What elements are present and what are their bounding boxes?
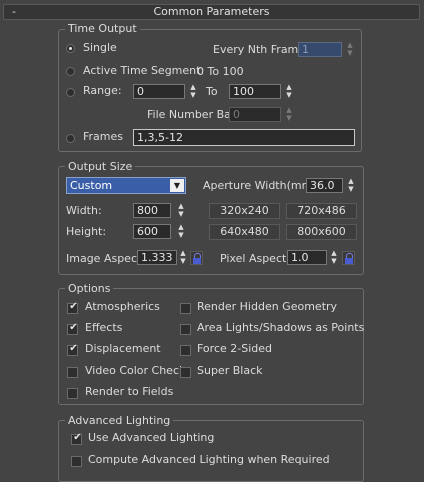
every-nth-frame-spinner[interactable]: ▲ ▼ xyxy=(346,42,354,57)
atmospherics-checkbox[interactable]: ✔ xyxy=(67,301,78,314)
range-from-field[interactable]: 0 xyxy=(133,84,185,99)
range-to-spinner[interactable]: ▲ ▼ xyxy=(285,84,293,99)
compute-advanced-lighting-checkbox[interactable] xyxy=(71,456,82,467)
displacement-label: Displacement xyxy=(85,342,161,355)
single-label: Single xyxy=(83,41,117,54)
image-aspect-field[interactable]: 1.333 xyxy=(137,250,177,265)
height-spinner[interactable]: ▲ ▼ xyxy=(177,224,185,239)
range-radio[interactable] xyxy=(66,88,75,97)
output-size-preset-value: Custom xyxy=(70,179,113,192)
atmospherics-label: Atmospherics xyxy=(85,300,160,313)
effects-label: Effects xyxy=(85,321,123,334)
advanced-lighting-title: Advanced Lighting xyxy=(65,414,174,427)
frames-field[interactable]: 1,3,5-12 xyxy=(133,129,355,146)
height-label: Height: xyxy=(66,225,107,238)
lock-icon[interactable] xyxy=(342,251,355,265)
lock-icon[interactable] xyxy=(190,251,203,265)
super-black-label: Super Black xyxy=(197,364,263,377)
preset-320x240-button[interactable]: 320x240 xyxy=(209,203,280,219)
use-advanced-lighting-checkbox[interactable]: ✔ xyxy=(71,432,82,445)
aperture-width-spinner[interactable]: ▲ ▼ xyxy=(347,178,355,193)
file-number-base-spinner[interactable]: ▲ ▼ xyxy=(285,107,293,122)
range-from-spinner[interactable]: ▲ ▼ xyxy=(189,84,197,99)
video-color-check-checkbox[interactable] xyxy=(67,367,78,378)
every-nth-frame-label: Every Nth Frame: xyxy=(213,43,309,56)
aperture-width-label: Aperture Width(mm): xyxy=(203,179,321,192)
force-2-sided-label: Force 2-Sided xyxy=(197,342,272,355)
area-lights-checkbox[interactable] xyxy=(180,324,191,335)
file-number-base-field[interactable]: 0 xyxy=(229,107,281,122)
force-2-sided-checkbox[interactable] xyxy=(180,345,191,356)
single-radio[interactable] xyxy=(66,44,75,53)
render-to-fields-checkbox[interactable] xyxy=(67,388,78,399)
use-advanced-lighting-label: Use Advanced Lighting xyxy=(88,431,215,444)
render-to-fields-label: Render to Fields xyxy=(85,385,174,398)
range-label: Range: xyxy=(83,84,122,97)
area-lights-label: Area Lights/Shadows as Points xyxy=(197,321,365,334)
displacement-checkbox[interactable]: ✔ xyxy=(67,343,78,356)
height-field[interactable]: 600 xyxy=(133,224,171,239)
range-to-label: To xyxy=(206,85,218,98)
chevron-down-icon[interactable]: ▼ xyxy=(170,179,184,192)
super-black-checkbox[interactable] xyxy=(180,367,191,378)
aperture-width-field[interactable]: 36.0 xyxy=(306,178,343,193)
image-aspect-spinner[interactable]: ▲ ▼ xyxy=(179,250,187,265)
image-aspect-label: Image Aspect: xyxy=(66,252,146,265)
active-time-segment-value: 0 To 100 xyxy=(197,65,244,78)
preset-720x486-button[interactable]: 720x486 xyxy=(286,203,357,219)
frames-label: Frames xyxy=(83,130,124,143)
range-to-field[interactable]: 100 xyxy=(229,84,281,99)
preset-800x600-button[interactable]: 800x600 xyxy=(286,224,357,240)
width-field[interactable]: 800 xyxy=(133,203,171,218)
compute-advanced-lighting-label: Compute Advanced Lighting when Required xyxy=(88,453,330,466)
every-nth-frame-field[interactable]: 1 xyxy=(298,42,342,57)
render-hidden-geometry-checkbox[interactable] xyxy=(180,303,191,314)
effects-checkbox[interactable]: ✔ xyxy=(67,322,78,335)
options-title: Options xyxy=(65,282,114,295)
width-spinner[interactable]: ▲ ▼ xyxy=(177,203,185,218)
pixel-aspect-field[interactable]: 1.0 xyxy=(287,250,327,265)
output-size-preset-dropdown[interactable]: Custom ▼ xyxy=(66,177,186,194)
rollout-title: Common Parameters xyxy=(153,5,270,18)
render-hidden-geometry-label: Render Hidden Geometry xyxy=(197,300,338,313)
video-color-check-label: Video Color Check xyxy=(85,364,186,377)
output-size-title: Output Size xyxy=(65,160,136,173)
time-output-title: Time Output xyxy=(65,22,140,35)
width-label: Width: xyxy=(66,204,102,217)
active-time-segment-radio[interactable] xyxy=(66,67,75,76)
frames-radio[interactable] xyxy=(66,134,75,143)
advanced-lighting-group xyxy=(58,420,364,482)
active-time-segment-label: Active Time Segment: xyxy=(83,64,205,77)
pixel-aspect-spinner[interactable]: ▲ ▼ xyxy=(330,250,338,265)
pixel-aspect-label: Pixel Aspect: xyxy=(220,252,291,265)
preset-640x480-button[interactable]: 640x480 xyxy=(209,224,280,240)
rollout-header-common-parameters[interactable]: - Common Parameters xyxy=(3,4,420,20)
